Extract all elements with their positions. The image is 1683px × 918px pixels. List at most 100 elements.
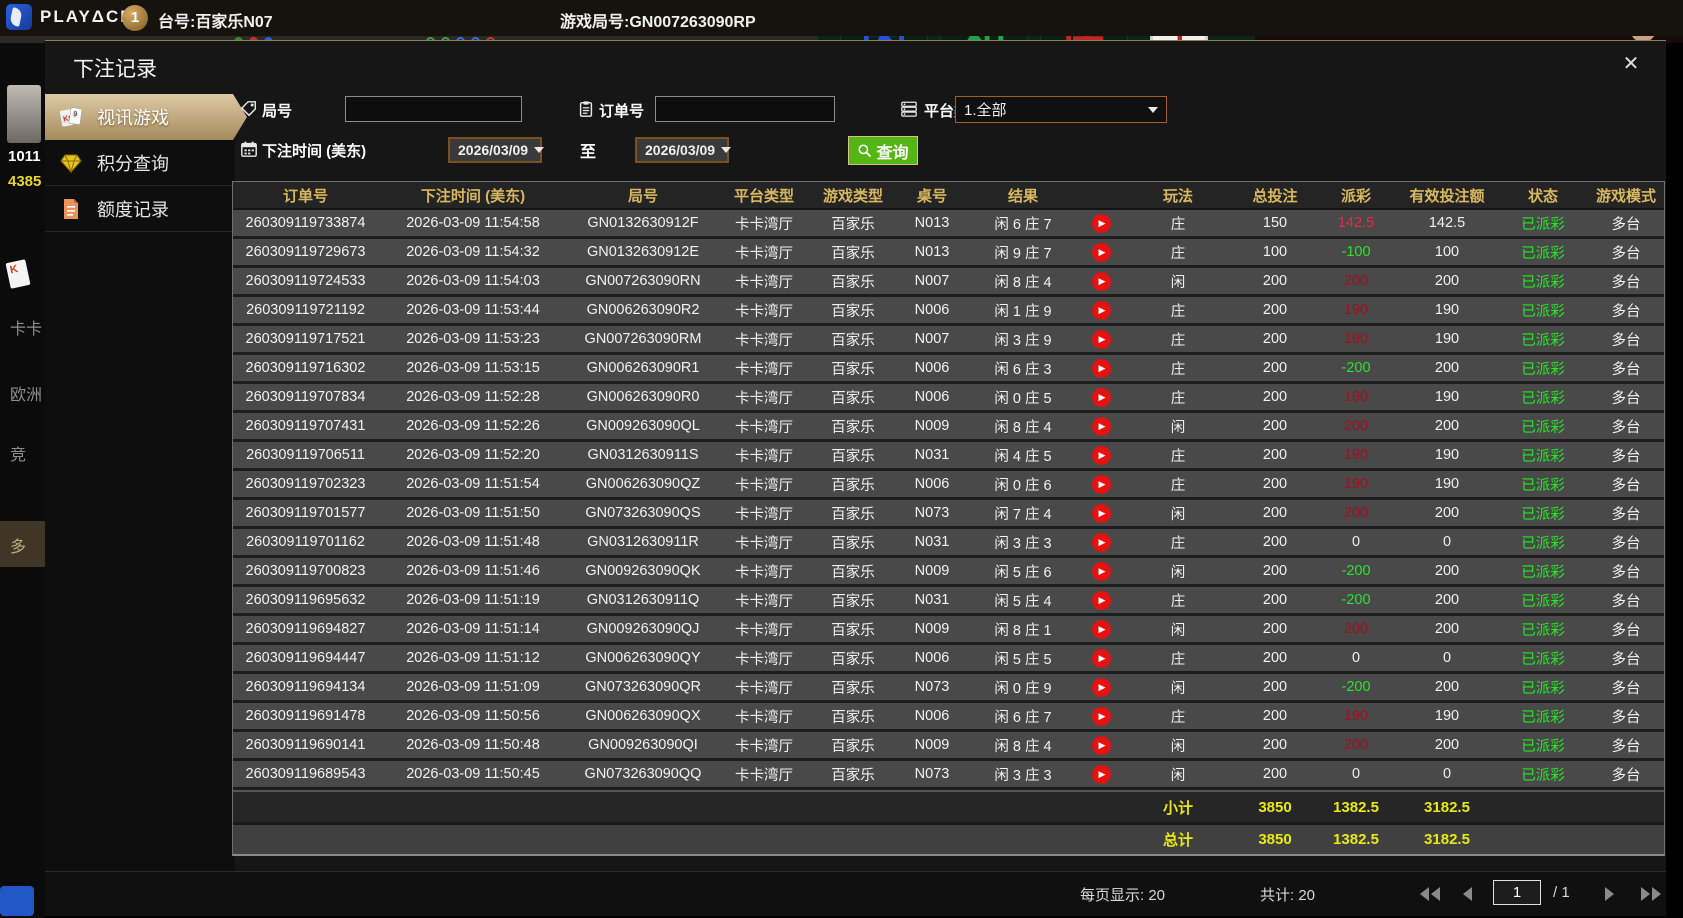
cell-status: 已派彩 xyxy=(1521,390,1565,407)
rail-corner-icon xyxy=(0,886,34,916)
cell-result: 闲 8 庄 1 xyxy=(994,622,1052,639)
table-row: 260309119717521 2026-03-09 11:53:23 GN0072… xyxy=(233,326,1664,355)
cell-method: 庄 xyxy=(1170,651,1186,668)
cell-valid: 100 xyxy=(1434,244,1460,260)
cell-valid: 190 xyxy=(1434,331,1460,347)
cell-play: ▶ xyxy=(1078,471,1124,497)
cell-table: N073 xyxy=(914,679,950,695)
cell-method: 庄 xyxy=(1170,535,1186,552)
col-header-table: 桌号 xyxy=(916,187,947,205)
next-page-icon[interactable] xyxy=(1605,887,1614,901)
cell-game: 百家乐 xyxy=(831,390,875,407)
cell-status: 已派彩 xyxy=(1521,767,1565,784)
cell-table xyxy=(896,792,968,822)
close-icon[interactable]: ✕ xyxy=(1618,51,1644,77)
cell-table: N006 xyxy=(914,360,950,376)
cell-valid: 200 xyxy=(1434,737,1460,753)
cell-method: 庄 xyxy=(1170,390,1186,407)
cell-payout: 142.5 xyxy=(1337,215,1375,231)
date-from-select[interactable]: 2026/03/09 xyxy=(448,137,545,163)
play-video-button[interactable]: ▶ xyxy=(1091,590,1111,610)
current-page-input[interactable]: 1 xyxy=(1493,880,1541,905)
play-video-button[interactable]: ▶ xyxy=(1091,648,1111,668)
play-video-button[interactable]: ▶ xyxy=(1091,387,1111,407)
last-page-icon2[interactable] xyxy=(1652,887,1661,901)
tab-points-query[interactable]: 积分查询 xyxy=(45,140,235,186)
rail-item-multi[interactable]: 多 xyxy=(10,533,26,557)
cell-play: ▶ xyxy=(1078,413,1124,439)
cell-method: 庄 xyxy=(1170,361,1186,378)
cell-round: GN073263090QQ xyxy=(584,766,702,782)
first-page-icon2[interactable] xyxy=(1431,887,1440,901)
table-row: 260309119694447 2026-03-09 11:51:12 GN0062… xyxy=(233,645,1664,674)
cell-method: 总计 xyxy=(1162,832,1193,849)
rail-item-jing[interactable]: 竞 xyxy=(10,441,26,465)
play-video-button[interactable]: ▶ xyxy=(1091,271,1111,291)
tab-label: 视讯游戏 xyxy=(97,108,169,128)
play-video-button[interactable]: ▶ xyxy=(1091,764,1111,784)
play-video-button[interactable]: ▶ xyxy=(1091,445,1111,465)
col-header-valid: 有效投注额 xyxy=(1409,187,1485,205)
col-header-platform: 平台类型 xyxy=(733,187,794,205)
cell-game: 百家乐 xyxy=(831,767,875,784)
cell-platform: 卡卡湾厅 xyxy=(735,361,793,378)
cell-round: GN006263090R1 xyxy=(586,360,700,376)
table-row: 260309119721192 2026-03-09 11:53:44 GN0062… xyxy=(233,297,1664,326)
prev-page-icon[interactable] xyxy=(1463,887,1472,901)
rail-item-europe[interactable]: 欧洲 xyxy=(10,381,42,405)
play-video-button[interactable]: ▶ xyxy=(1091,300,1111,320)
cell-game: 百家乐 xyxy=(831,332,875,349)
cell-game xyxy=(810,825,896,854)
cell-mode: 多台 xyxy=(1611,448,1641,465)
play-video-button[interactable]: ▶ xyxy=(1091,358,1111,378)
cell-mode: 多台 xyxy=(1611,332,1641,349)
cell-mode: 多台 xyxy=(1611,477,1641,494)
cell-game: 百家乐 xyxy=(831,361,875,378)
cell-status: 已派彩 xyxy=(1521,564,1565,581)
cell-result: 闲 5 庄 5 xyxy=(994,651,1052,668)
cell-mode: 多台 xyxy=(1611,303,1641,320)
play-video-button[interactable]: ▶ xyxy=(1091,329,1111,349)
cell-mode xyxy=(1586,825,1666,854)
cell-game: 百家乐 xyxy=(831,622,875,639)
cell-mode: 多台 xyxy=(1611,216,1641,233)
cell-game: 百家乐 xyxy=(831,564,875,581)
round-input[interactable] xyxy=(345,96,522,122)
cell-round xyxy=(568,792,718,822)
cell-valid: 200 xyxy=(1434,273,1460,289)
cell-valid: 0 xyxy=(1442,534,1452,550)
order-input[interactable] xyxy=(655,96,835,122)
rail-item-kaka[interactable]: 卡卡 xyxy=(10,315,42,339)
order-filter-label: 订单号 xyxy=(599,103,645,120)
play-video-button[interactable]: ▶ xyxy=(1091,561,1111,581)
play-video-button[interactable]: ▶ xyxy=(1091,706,1111,726)
play-video-button[interactable]: ▶ xyxy=(1091,474,1111,494)
platform-type-select[interactable]: 1.全部 xyxy=(955,96,1167,123)
cell-payout: -200 xyxy=(1341,563,1371,579)
cell-method: 庄 xyxy=(1170,477,1186,494)
cell-platform: 卡卡湾厅 xyxy=(735,651,793,668)
play-video-button[interactable]: ▶ xyxy=(1091,242,1111,262)
play-video-button[interactable]: ▶ xyxy=(1091,619,1111,639)
last-page-icon[interactable] xyxy=(1641,887,1650,901)
cell-status: 已派彩 xyxy=(1521,738,1565,755)
play-video-button[interactable]: ▶ xyxy=(1091,503,1111,523)
cell-order: 260309119694827 xyxy=(245,621,366,637)
first-page-icon[interactable] xyxy=(1420,887,1429,901)
cell-mode: 多台 xyxy=(1611,361,1641,378)
play-video-button[interactable]: ▶ xyxy=(1091,532,1111,552)
search-button[interactable]: 查询 xyxy=(848,136,918,165)
tab-credit-records[interactable]: 额度记录 xyxy=(45,186,235,232)
platform-selected-value: 1.全部 xyxy=(964,102,1007,119)
table-row: 260309119707834 2026-03-09 11:52:28 GN0062… xyxy=(233,384,1664,413)
play-video-button[interactable]: ▶ xyxy=(1091,213,1111,233)
tab-video-games[interactable]: K♥ 9 视讯游戏 xyxy=(45,94,247,140)
date-to-select[interactable]: 2026/03/09 xyxy=(635,137,732,163)
play-video-button[interactable]: ▶ xyxy=(1091,677,1111,697)
play-video-button[interactable]: ▶ xyxy=(1091,416,1111,436)
platform-icon xyxy=(901,101,917,117)
dialog-title: 下注记录 xyxy=(73,58,157,81)
play-video-button[interactable]: ▶ xyxy=(1091,735,1111,755)
cards-icon xyxy=(5,259,31,289)
cell-time: 2026-03-09 11:51:48 xyxy=(406,534,540,550)
